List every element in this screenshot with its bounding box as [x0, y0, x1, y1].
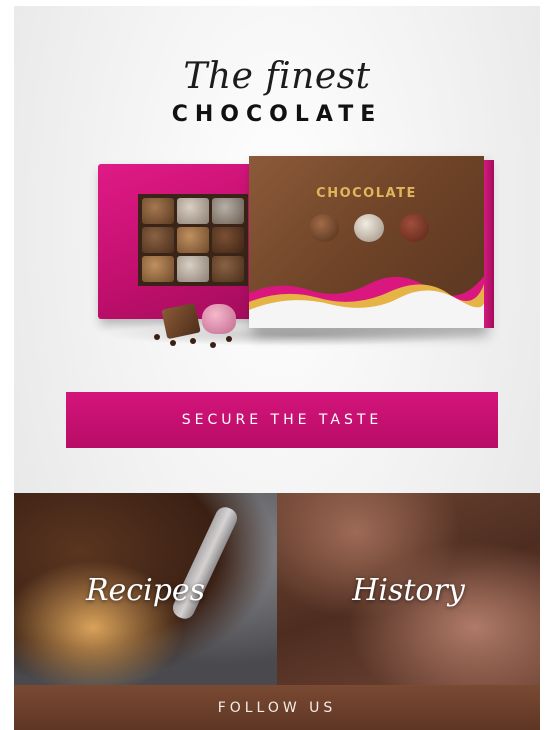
praline: [177, 256, 209, 282]
praline: [212, 227, 244, 253]
truffle-image: [399, 214, 429, 242]
chocolate-crumb: [170, 340, 176, 346]
praline: [177, 198, 209, 224]
cta-label: SECURE THE TASTE: [181, 412, 383, 428]
hero-main-title: CHOCOLATE: [171, 102, 383, 127]
praline: [177, 227, 209, 253]
box-tray: [98, 164, 258, 319]
chocolate-box-image: CHOCOLATE: [94, 156, 494, 366]
box-lid: CHOCOLATE: [249, 156, 494, 328]
praline: [142, 256, 174, 282]
truffle-image: [309, 214, 339, 242]
chocolate-crumb: [190, 338, 196, 344]
lid-wave-decoration: [249, 276, 484, 328]
secure-the-taste-button[interactable]: SECURE THE TASTE: [66, 392, 498, 448]
lid-edge: [484, 160, 494, 328]
history-tile[interactable]: History: [277, 493, 540, 685]
praline: [142, 198, 174, 224]
tray-compartments: [138, 194, 248, 286]
footer-label: FOLLOW US: [217, 699, 337, 716]
praline: [212, 256, 244, 282]
truffle-image: [354, 214, 384, 242]
recipes-label: Recipes: [85, 573, 206, 608]
praline: [212, 198, 244, 224]
history-label: History: [352, 573, 465, 608]
loose-pink-truffle: [202, 304, 236, 334]
email-frame: The finest CHOCOLATE CHOCOLATE SECURE TH…: [14, 6, 540, 730]
hero-script-title: The finest: [183, 56, 371, 97]
chocolate-crumb: [210, 342, 216, 348]
chocolate-crumb: [154, 334, 160, 340]
chocolate-crumb: [226, 336, 232, 342]
feature-tiles: Recipes History: [14, 493, 540, 685]
praline: [142, 227, 174, 253]
lid-truffles: [309, 214, 429, 248]
hero-section: The finest CHOCOLATE CHOCOLATE SECURE TH…: [14, 6, 540, 493]
recipes-tile[interactable]: Recipes: [14, 493, 277, 685]
follow-us-button[interactable]: FOLLOW US: [14, 685, 540, 730]
box-label: CHOCOLATE: [316, 186, 417, 201]
